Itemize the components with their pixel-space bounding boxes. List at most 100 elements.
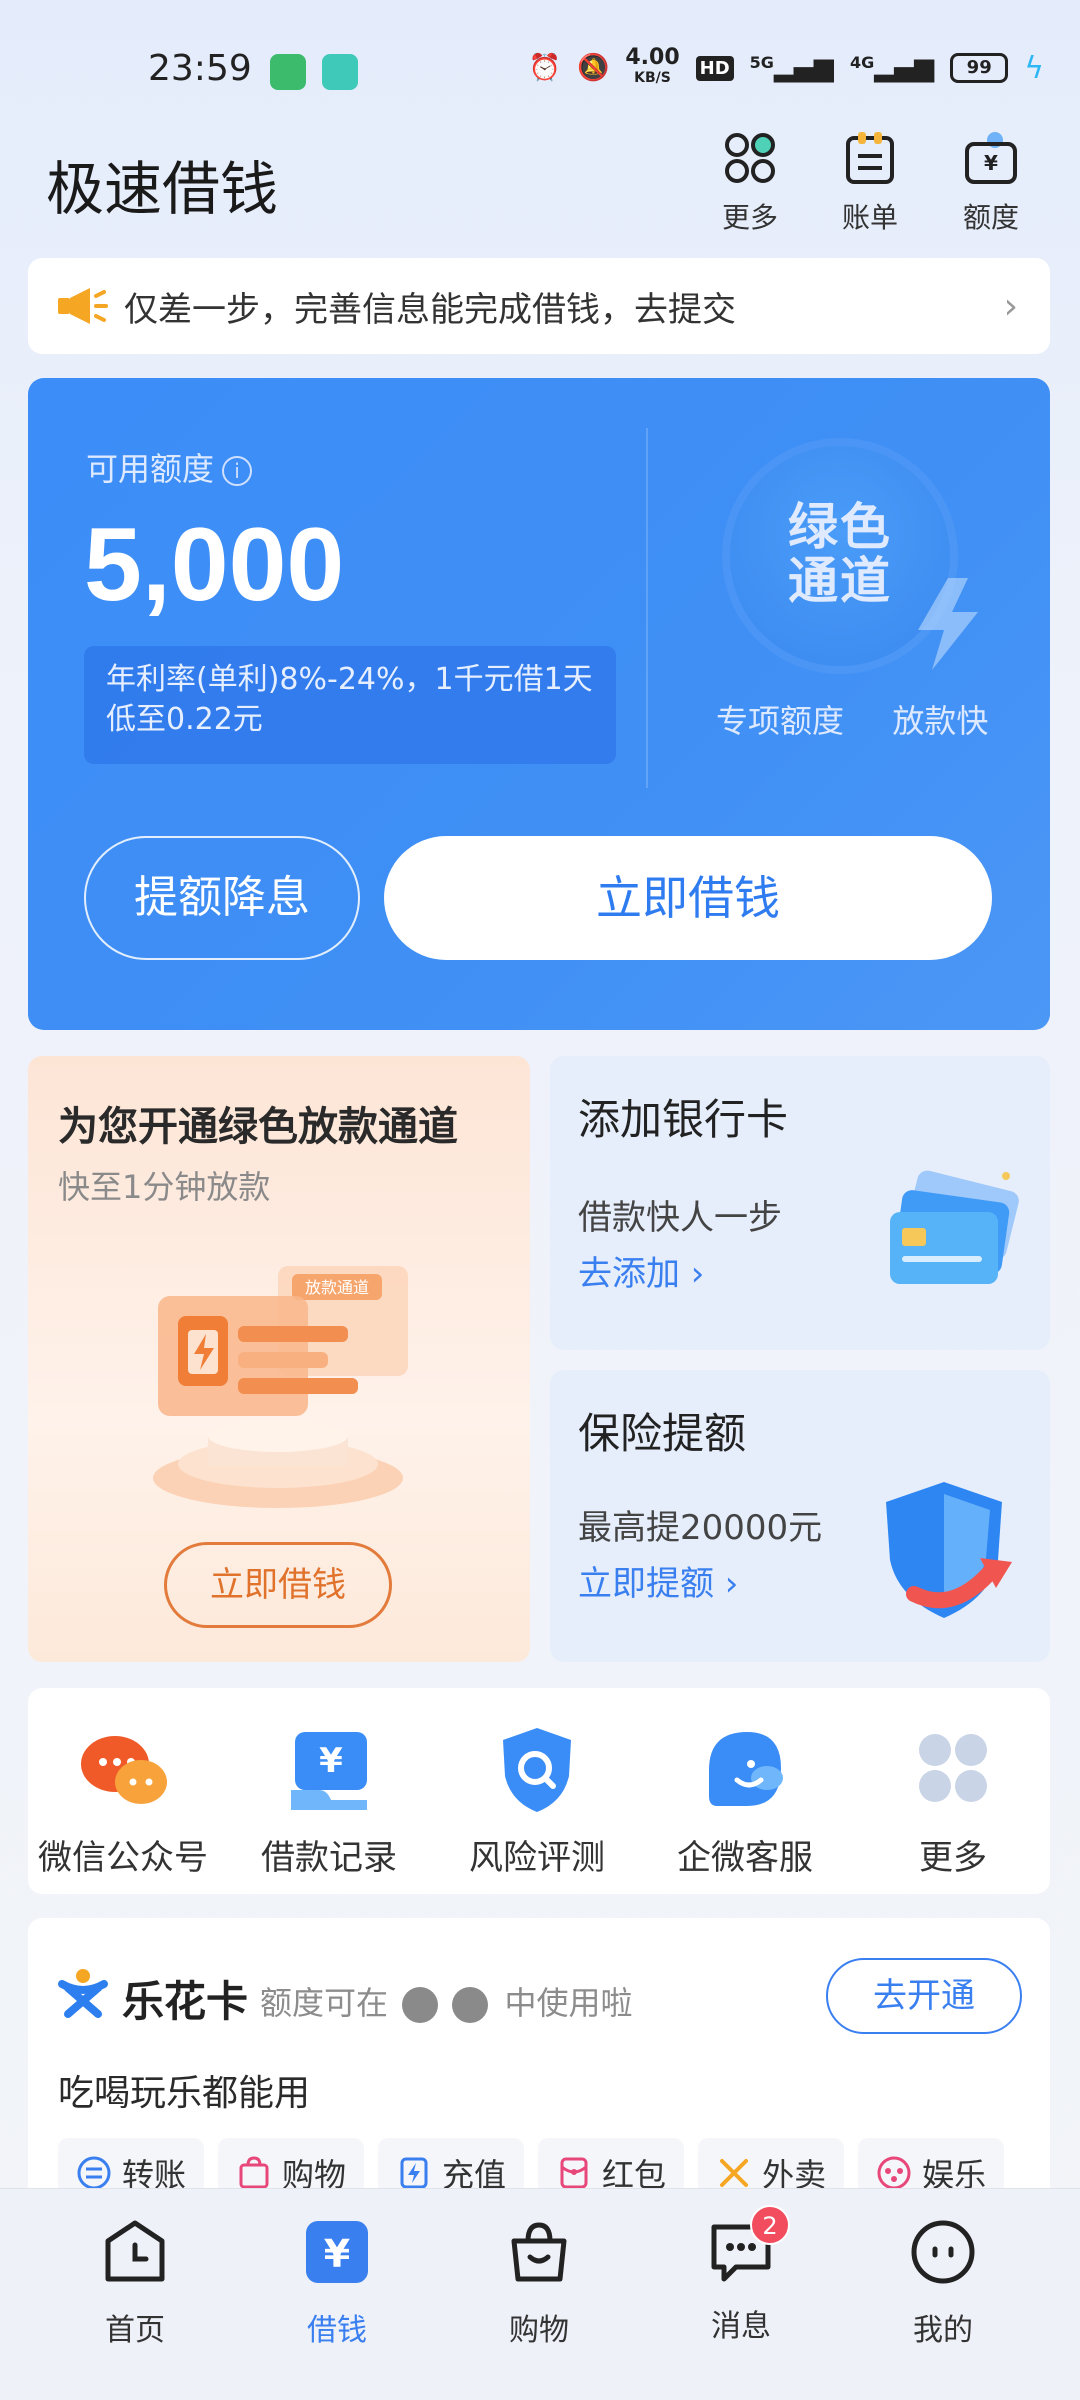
charging-icon: ϟ xyxy=(1024,50,1044,86)
net-4g-label: 4G xyxy=(849,53,875,72)
lehua-desc-tail: 中使用啦 xyxy=(504,1984,633,2022)
network-speed: 4.00 KB/S xyxy=(625,45,680,88)
nav-home-label: 首页 xyxy=(105,2313,165,2348)
insurance-subtitle: 最高提20000元 xyxy=(578,1508,823,1548)
wallet-icon: ¥ xyxy=(965,132,1017,184)
service-risk-label: 风险评测 xyxy=(469,1838,605,1878)
add-bank-card-link[interactable]: 去添加 › xyxy=(578,1246,704,1295)
svg-text:¥: ¥ xyxy=(319,1741,343,1781)
nav-messages[interactable]: 2 消息 xyxy=(676,2205,806,2345)
green-promo-title: 为您开通绿色放款通道 xyxy=(58,1104,458,1150)
green-channel-subtitle: 专项额度 放款快 xyxy=(716,702,989,740)
bottom-navigation: 首页 ¥ 借钱 购物 2 消息 我的 xyxy=(0,2188,1080,2400)
svg-text:¥: ¥ xyxy=(984,151,998,175)
shield-icon xyxy=(886,1482,1012,1618)
chat-app-icon xyxy=(270,54,306,90)
speed-value: 4.00 xyxy=(625,45,680,70)
interest-rate-note: 年利率(单利)8%-24%，1千元借1天低至0.22元 xyxy=(84,646,616,764)
insurance-limit-promo[interactable]: 保险提额 最高提20000元 立即提额 › xyxy=(550,1370,1050,1662)
credit-card: 可用额度 i 5,000 年利率(单利)8%-24%，1千元借1天低至0.22元 … xyxy=(28,378,1050,1030)
transfer-icon xyxy=(77,2156,111,2190)
hd-icon: HD xyxy=(695,55,734,81)
header-more-button[interactable]: 更多 xyxy=(705,130,795,236)
more-grid-icon xyxy=(919,1734,987,1802)
status-bar: 23:59 ⏰ 🔕 4.00 KB/S HD 5G▂▄▆ 4G▂▄▆ 99 ϟ xyxy=(0,0,1080,130)
green-channel-promo[interactable]: 为您开通绿色放款通道 快至1分钟放款 放款通道 立即借钱 xyxy=(28,1056,530,1662)
nav-messages-label: 消息 xyxy=(711,2309,771,2344)
signal-5g-icon: 5G▂▄▆ xyxy=(749,53,834,83)
service-risk-assessment[interactable]: 风险评测 xyxy=(442,1720,632,1879)
available-quota-label: 可用额度 i xyxy=(86,444,253,490)
service-wechat[interactable]: 微信公众号 xyxy=(28,1720,218,1879)
raise-limit-link[interactable]: 立即提额 › xyxy=(578,1556,738,1605)
loan-channel-illustration: 放款通道 xyxy=(153,1266,408,1508)
green-promo-borrow-button[interactable]: 立即借钱 xyxy=(164,1542,392,1628)
nav-shopping[interactable]: 购物 xyxy=(474,2217,604,2349)
nav-profile-label: 我的 xyxy=(913,2313,973,2348)
alarm-icon: ⏰ xyxy=(528,53,561,83)
channel-tag-text: 放款通道 xyxy=(305,1278,369,1297)
lehua-logo-icon xyxy=(58,1969,108,2018)
yuan-icon: ¥ xyxy=(306,2221,368,2283)
lehua-desc: 额度可在 中使用啦 xyxy=(260,1978,633,2024)
header-quota-button[interactable]: ¥ 额度 xyxy=(946,130,1036,236)
header-bill-label: 账单 xyxy=(841,201,898,234)
bank-card-subtitle: 借款快人一步 xyxy=(578,1198,782,1238)
lehua-desc-text: 额度可在 xyxy=(260,1984,389,2022)
shopping-bag-icon xyxy=(239,2156,269,2189)
profile-icon xyxy=(911,2220,975,2284)
shopping-bag-icon xyxy=(511,2222,567,2282)
notice-banner[interactable]: 仅差一步，完善信息能完成借钱，去提交 › xyxy=(28,258,1050,354)
notice-text: 仅差一步，完善信息能完成借钱，去提交 xyxy=(124,289,736,330)
service-loan-record[interactable]: ¥ 借款记录 xyxy=(234,1720,424,1879)
service-more[interactable]: 更多 xyxy=(858,1720,1048,1879)
bank-card-title: 添加银行卡 xyxy=(578,1095,789,1144)
header-more-label: 更多 xyxy=(721,201,778,234)
insurance-title: 保险提额 xyxy=(578,1409,747,1458)
service-customer-service[interactable]: 企微客服 xyxy=(650,1720,840,1879)
svg-text:¥: ¥ xyxy=(324,2232,350,2276)
bill-icon xyxy=(846,132,894,184)
header-quota-label: 额度 xyxy=(962,201,1019,234)
info-icon[interactable]: i xyxy=(222,456,253,486)
more-circles-icon xyxy=(725,133,775,183)
lehua-activate-button[interactable]: 去开通 xyxy=(826,1958,1022,2034)
loan-record-icon: ¥ xyxy=(291,1732,367,1810)
raise-limit-button[interactable]: 提额降息 xyxy=(84,836,360,960)
speed-unit: KB/S xyxy=(634,70,671,86)
service-more-label: 更多 xyxy=(919,1838,987,1878)
gamepad-icon xyxy=(877,2156,911,2190)
status-right: ⏰ 🔕 4.00 KB/S HD 5G▂▄▆ 4G▂▄▆ 99 ϟ xyxy=(528,45,1044,88)
available-amount: 5,000 xyxy=(84,507,345,623)
green-channel-title: 绿色通道 xyxy=(788,498,892,610)
takeout-icon xyxy=(720,2159,749,2187)
risk-assessment-icon xyxy=(503,1728,571,1812)
wechat-icon xyxy=(81,1736,167,1804)
bank-card-icon xyxy=(890,1170,1019,1284)
nav-home[interactable]: 首页 xyxy=(70,2217,200,2349)
message-badge: 2 xyxy=(750,2205,790,2245)
red-packet-icon xyxy=(560,2157,588,2189)
add-bank-card-promo[interactable]: 添加银行卡 借款快人一步 去添加 › xyxy=(550,1056,1050,1350)
nav-borrow[interactable]: ¥ 借钱 xyxy=(272,2217,402,2349)
service-wechat-label: 微信公众号 xyxy=(38,1838,208,1878)
chevron-right-icon: › xyxy=(1003,286,1018,327)
green-promo-subtitle: 快至1分钟放款 xyxy=(58,1168,271,1206)
mute-icon: 🔕 xyxy=(577,53,610,83)
alipay-icon xyxy=(452,1987,489,2023)
service-cs-label: 企微客服 xyxy=(677,1838,813,1878)
recharge-icon xyxy=(400,2157,428,2189)
browser-app-icon xyxy=(322,54,358,90)
nav-profile[interactable]: 我的 xyxy=(878,2217,1008,2349)
header-bill-button[interactable]: 账单 xyxy=(825,130,915,236)
borrow-now-button[interactable]: 立即借钱 xyxy=(384,836,992,960)
battery-icon: 99 xyxy=(950,53,1009,83)
lehua-name: 乐花卡 xyxy=(122,1977,249,2026)
quota-label-text: 可用额度 xyxy=(86,450,215,488)
lightning-icon xyxy=(918,578,978,670)
signal-4g-icon: 4G▂▄▆ xyxy=(849,53,935,83)
customer-service-icon xyxy=(709,1732,783,1806)
lehua-subtitle: 吃喝玩乐都能用 xyxy=(58,2073,311,2114)
wechat-pay-icon xyxy=(402,1987,439,2023)
message-icon-wrap: 2 xyxy=(706,2205,790,2287)
